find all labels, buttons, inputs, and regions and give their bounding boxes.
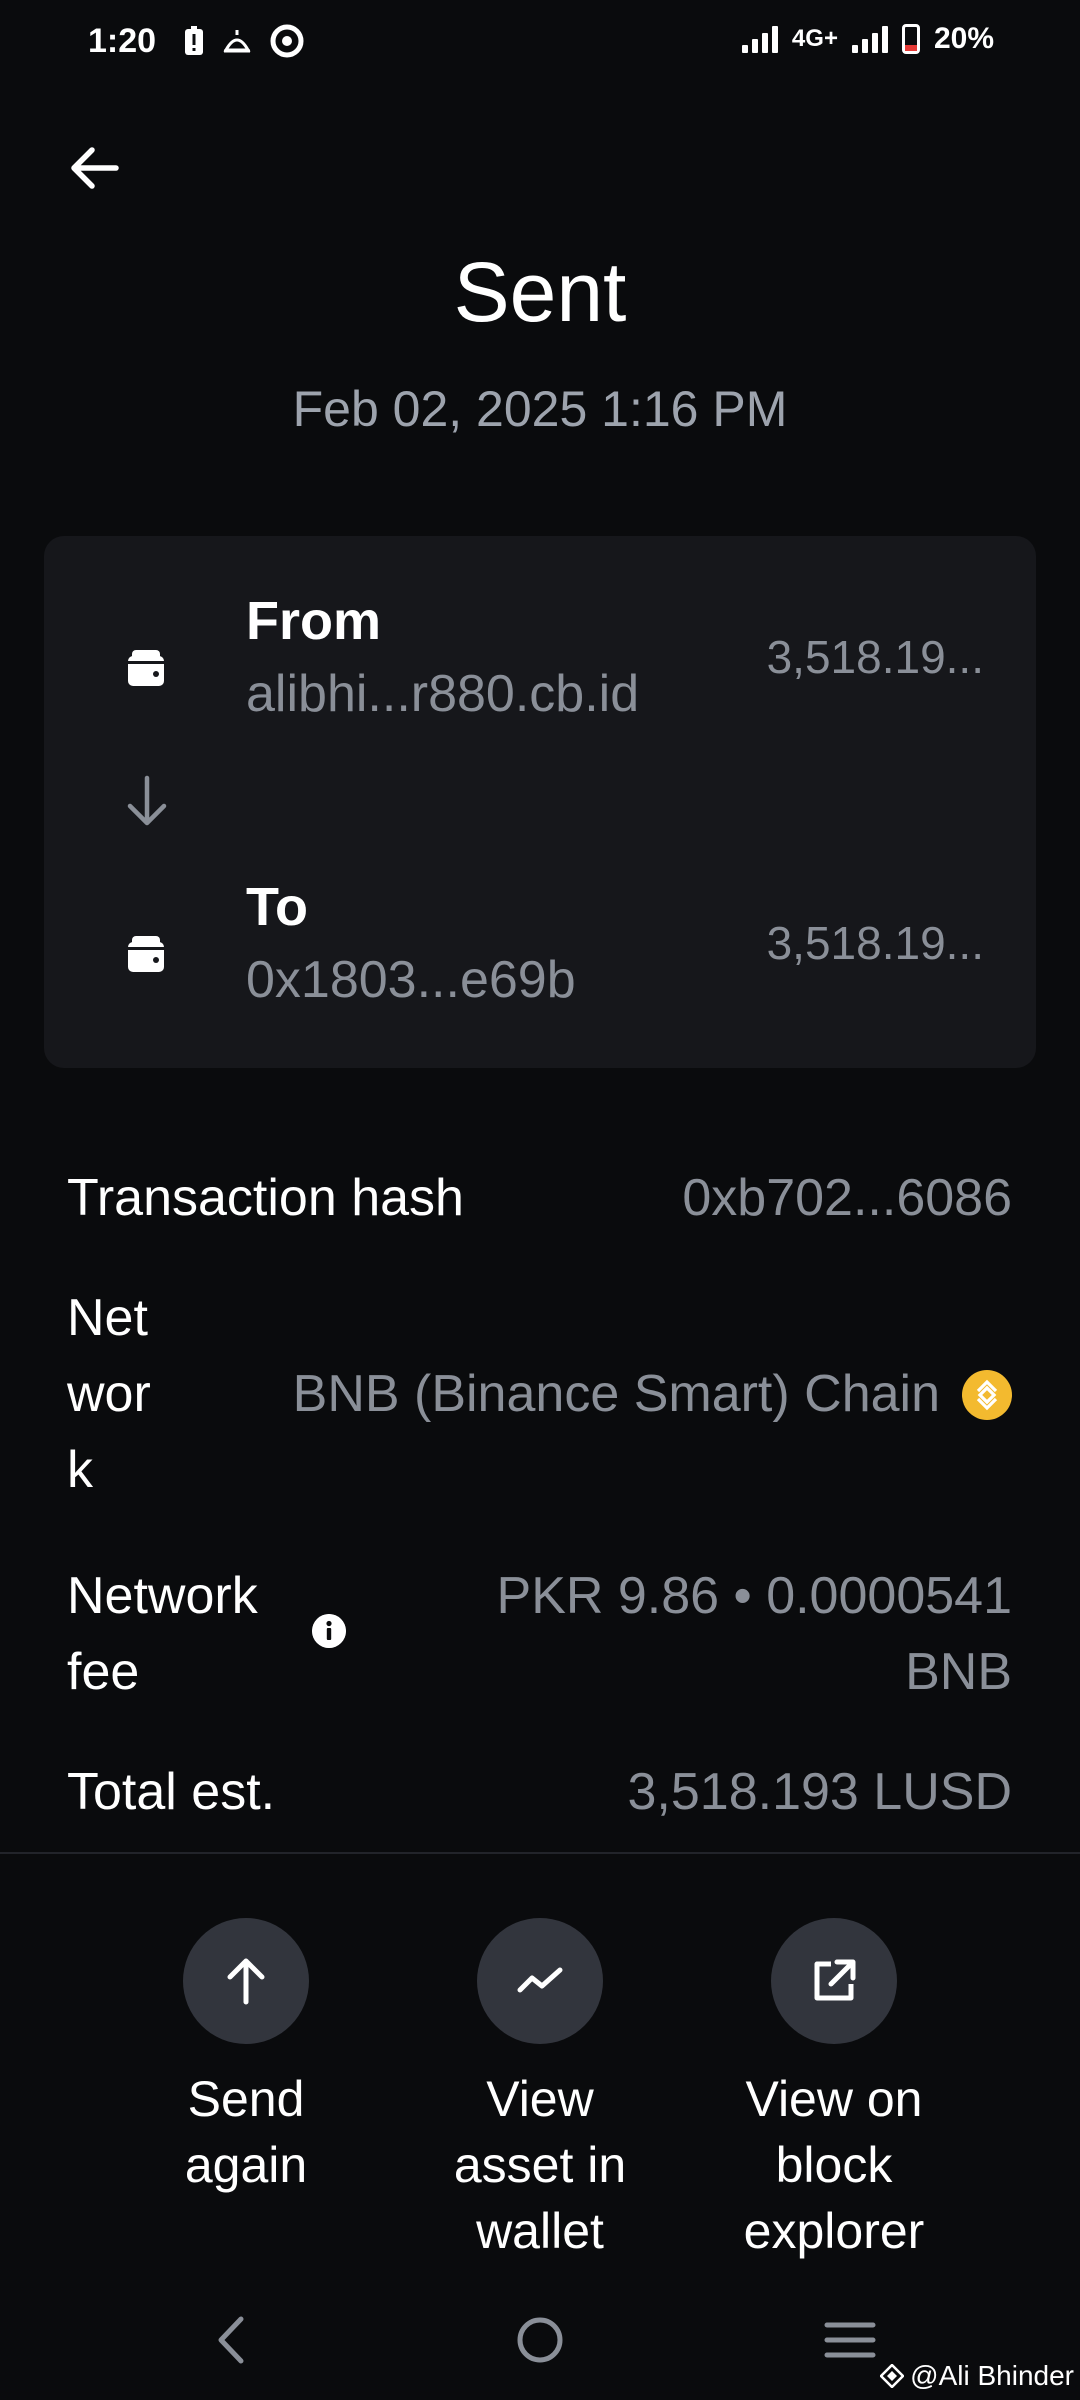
bnb-coin-icon [962, 1370, 1012, 1420]
status-time: 1:20 [88, 22, 157, 60]
view-explorer-label: View on block explorer [743, 2071, 925, 2259]
status-bar: 1:20 4G+ 20% [0, 0, 1080, 90]
page-title: Sent [453, 245, 627, 339]
nav-back-icon [218, 2316, 244, 2364]
to-address: 0x1803...e69b [246, 951, 576, 1009]
watermark: @Ali Bhinder [880, 2360, 1074, 2392]
info-icon[interactable] [312, 1614, 346, 1648]
arrow-left-icon [71, 147, 119, 189]
from-amount: 3,518.19... [766, 631, 984, 683]
transaction-hash-value[interactable]: 0xb702...6086 [682, 1160, 1012, 1236]
signal-icon [741, 25, 778, 53]
view-asset-circle[interactable] [477, 1918, 603, 2044]
battery-icon [901, 24, 920, 54]
record-icon [270, 24, 304, 58]
view-explorer-circle[interactable] [771, 1918, 897, 2044]
battery-alert-icon [185, 26, 203, 55]
status-system-icons: 4G+ 20% [741, 22, 994, 56]
alarm-icon [223, 30, 251, 53]
nav-home-button[interactable] [505, 2310, 575, 2370]
transaction-date: Feb 02, 2025 1:16 PM [292, 381, 788, 437]
wallet-icon [128, 650, 164, 686]
view-explorer-button[interactable]: View on block explorer [704, 1918, 964, 2264]
diamond-logo-icon [880, 2364, 905, 2388]
network-fee-label: Network fee [67, 1567, 258, 1701]
status-notification-icons [184, 24, 304, 58]
arrow-up-icon [227, 1958, 265, 2005]
network-label: Net wor k [67, 1289, 151, 1499]
total-estimate-label: Total est. [67, 1763, 276, 1821]
view-asset-button[interactable]: View asset in wallet [410, 1918, 670, 2264]
send-again-button[interactable]: Send again [116, 1918, 376, 2198]
transfer-card: From alibhi...r880.cb.id 3,518.19... To … [44, 536, 1036, 1068]
divider [0, 1852, 1080, 1854]
transaction-hash-label: Transaction hash [67, 1169, 464, 1227]
to-party[interactable]: To 0x1803...e69b 3,518.19... [44, 876, 1036, 1026]
wallet-icon [128, 936, 164, 972]
nav-back-button[interactable] [196, 2310, 266, 2370]
arrow-down-icon [127, 775, 167, 826]
nav-home-icon [517, 2317, 563, 2363]
network-fee-value: PKR 9.86 • 0.0000541 BNB [496, 1567, 1012, 1701]
send-again-circle[interactable] [183, 1918, 309, 2044]
trend-icon [517, 1967, 563, 1993]
battery-percent: 20% [933, 22, 994, 55]
to-label: To [246, 877, 308, 937]
network-type: 4G+ [791, 25, 838, 52]
nav-menu-icon [824, 2322, 876, 2358]
nav-menu-button[interactable] [815, 2310, 885, 2370]
total-estimate-value: 3,518.193 LUSD [627, 1763, 1013, 1821]
signal-icon-secondary [851, 25, 888, 53]
back-button[interactable] [62, 136, 126, 200]
from-label: From [246, 591, 381, 651]
from-address: alibhi...r880.cb.id [246, 665, 640, 723]
network-value: BNB (Binance Smart) Chain [292, 1365, 940, 1423]
view-asset-label: View asset in wallet [453, 2071, 627, 2259]
send-again-label: Send again [184, 2071, 308, 2193]
to-amount: 3,518.19... [766, 917, 984, 969]
watermark-text: @Ali Bhinder [910, 2360, 1074, 2391]
external-link-icon [814, 1959, 856, 2001]
from-party[interactable]: From alibhi...r880.cb.id 3,518.19... [44, 590, 1036, 740]
